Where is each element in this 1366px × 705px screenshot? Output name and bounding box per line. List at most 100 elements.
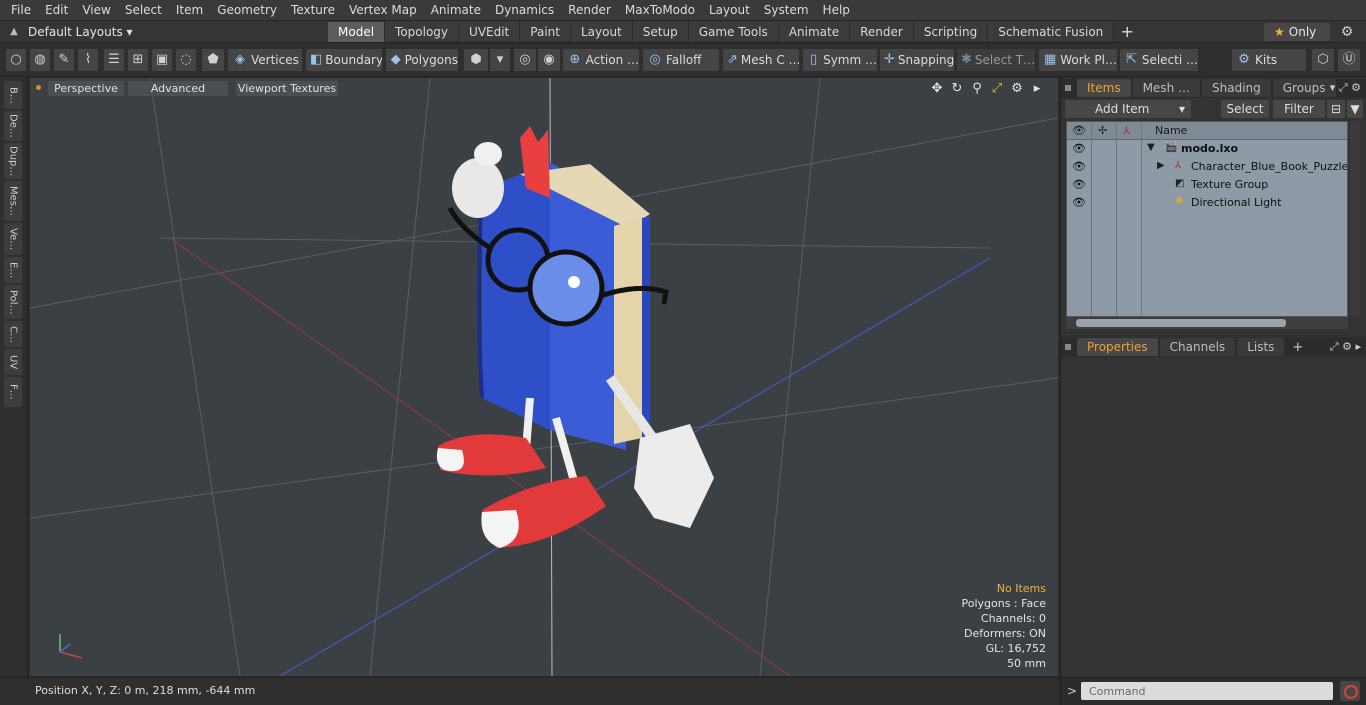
tab-groups[interactable]: Groups [1272,79,1336,97]
circle-select-icon[interactable]: ○ [6,49,26,71]
tab-topology[interactable]: Topology [385,21,460,42]
chevron-down-icon[interactable]: ▾ [490,49,510,71]
command-chevron-icon[interactable]: > [1067,684,1077,698]
menu-file[interactable]: File [4,0,38,21]
unreal-icon[interactable]: Ⓤ [1338,49,1360,71]
advanced-button[interactable]: Advanced [128,81,228,96]
tab-mesh[interactable]: Mesh … [1132,79,1200,97]
menu-select[interactable]: Select [118,0,169,21]
tab-lists[interactable]: Lists [1237,338,1285,356]
snapping-button[interactable]: ✛ Snapping [880,49,954,71]
tab-animate[interactable]: Animate [778,21,851,42]
eye-icon[interactable]: 👁 [1072,178,1086,191]
tree-row-light[interactable]: 👁 ✹ Directional Light [1067,194,1347,212]
expand-arrow-icon[interactable]: ▶ [1157,160,1165,171]
select-button[interactable]: Select [1221,100,1269,118]
selection-sets-button[interactable]: ⇱ Selecti … [1120,49,1198,71]
perspective-button[interactable]: Perspective [48,81,124,96]
work-plane-button[interactable]: ▦ Work Pl… [1039,49,1117,71]
pen-tool-icon[interactable]: ✎ [54,49,74,71]
vtab-deform[interactable]: De… [4,111,22,141]
lasso-icon[interactable]: ◌ [176,49,196,71]
vtab-mesh-edit[interactable]: Mes… [4,181,22,221]
panel-gear-icon[interactable]: ⚙ [1342,340,1352,353]
vtab-uv[interactable]: UV [4,349,22,375]
tab-shading[interactable]: Shading [1202,79,1271,97]
tab-paint[interactable]: Paint [520,21,571,42]
menu-animate[interactable]: Animate [424,0,488,21]
3d-viewport[interactable]: Perspective Advanced Viewport Textures ✥… [30,78,1058,676]
panel-gear-icon[interactable]: ⚙ [1351,81,1361,94]
rotate-view-icon[interactable]: ↻ [950,81,964,96]
command-input[interactable] [1081,682,1333,700]
layout-selector[interactable]: Default Layouts ▾ [28,25,328,39]
tree-horizontal-scrollbar[interactable] [1066,317,1348,329]
unity-icon[interactable]: ⬡ [1312,49,1334,71]
funnel-icon[interactable]: ▼ [1347,100,1363,118]
shield-mode-icon[interactable]: ⬟ [202,49,224,71]
menu-dynamics[interactable]: Dynamics [488,0,561,21]
tab-properties[interactable]: Properties [1077,338,1158,356]
tab-render[interactable]: Render [850,21,914,42]
vtab-duplicate[interactable]: Dup… [4,143,22,179]
tab-game-tools[interactable]: Game Tools [688,21,779,42]
add-item-button[interactable]: Add Item ▾ [1065,100,1191,118]
menu-help[interactable]: Help [816,0,857,21]
texture-icon[interactable]: ◉ [538,49,560,71]
panel-grip-icon[interactable] [1065,85,1071,91]
menu-texture[interactable]: Texture [284,0,342,21]
tab-uvedit[interactable]: UVEdit [459,21,521,42]
item-mode-icon[interactable]: ⬢ [464,49,488,71]
tree-vertical-scrollbar[interactable] [1350,121,1360,317]
polygons-button[interactable]: ◆ Polygons [386,49,458,71]
filter-button[interactable]: Filter [1273,100,1325,118]
menu-maxtomodo[interactable]: MaxToModo [618,0,702,21]
vtab-polygon[interactable]: Pol… [4,285,22,319]
select-through-button[interactable]: ✱ Select T… [957,49,1035,71]
menu-system[interactable]: System [757,0,816,21]
eye-icon[interactable]: 👁 [1072,142,1086,155]
tab-model[interactable]: Model [328,21,386,42]
gear-icon[interactable]: ⚙ [1338,23,1356,41]
vtab-basic[interactable]: B… [4,81,22,109]
only-toggle[interactable]: ★ Only [1264,23,1330,41]
play-icon[interactable]: ▸ [1030,81,1044,96]
globe-icon[interactable]: ◍ [30,49,50,71]
collapse-arrow-icon[interactable]: ▲ [0,26,28,37]
menu-render[interactable]: Render [561,0,618,21]
mesh-constraints-button[interactable]: ⇗ Mesh C … [723,49,799,71]
snap-grid-icon[interactable]: ⊞ [128,49,148,71]
symmetry-button[interactable]: ▯ Symm … [803,49,877,71]
material-icon[interactable]: ◎ [514,49,536,71]
play-icon[interactable]: ▸ [1355,340,1361,353]
name-column-header[interactable]: Name [1155,124,1187,137]
eye-icon[interactable]: 👁 [1072,196,1086,209]
menu-layout[interactable]: Layout [702,0,757,21]
tab-channels[interactable]: Channels [1159,338,1236,356]
panel-grip-icon[interactable] [1065,344,1071,350]
kits-button[interactable]: ⚙ Kits [1232,49,1306,71]
action-center-button[interactable]: ⊕ Action … [563,49,639,71]
maximize-icon[interactable]: ⤢ [1339,81,1348,94]
vtab-edge[interactable]: E… [4,257,22,283]
zoom-icon[interactable]: ⚲ [970,81,984,96]
add-tab-plus-icon[interactable]: + [1292,340,1303,355]
eye-icon[interactable]: 👁 [1072,160,1086,173]
collapse-icon[interactable]: ⊟ [1327,100,1345,118]
chevron-down-icon[interactable]: ▾ [1330,81,1336,94]
tree-row-mesh[interactable]: 👁 ▶ ⅄ Character_Blue_Book_Puzzle … [1067,158,1347,176]
align-icon[interactable]: ☰ [104,49,124,71]
falloff-button[interactable]: ◎ Falloff [643,49,719,71]
menu-edit[interactable]: Edit [38,0,75,21]
menu-item[interactable]: Item [169,0,210,21]
square-select-icon[interactable]: ▣ [152,49,172,71]
maximize-icon[interactable]: ⤢ [1330,340,1339,353]
move-view-icon[interactable]: ✥ [930,81,944,96]
scroll-thumb[interactable] [1076,319,1286,327]
menu-view[interactable]: View [75,0,117,21]
vtab-fusion[interactable]: F… [4,377,22,407]
vtab-vertex[interactable]: Ve… [4,223,22,255]
tab-items[interactable]: Items [1077,79,1131,97]
add-tab-plus-icon[interactable]: + [1114,22,1140,42]
menu-geometry[interactable]: Geometry [210,0,284,21]
